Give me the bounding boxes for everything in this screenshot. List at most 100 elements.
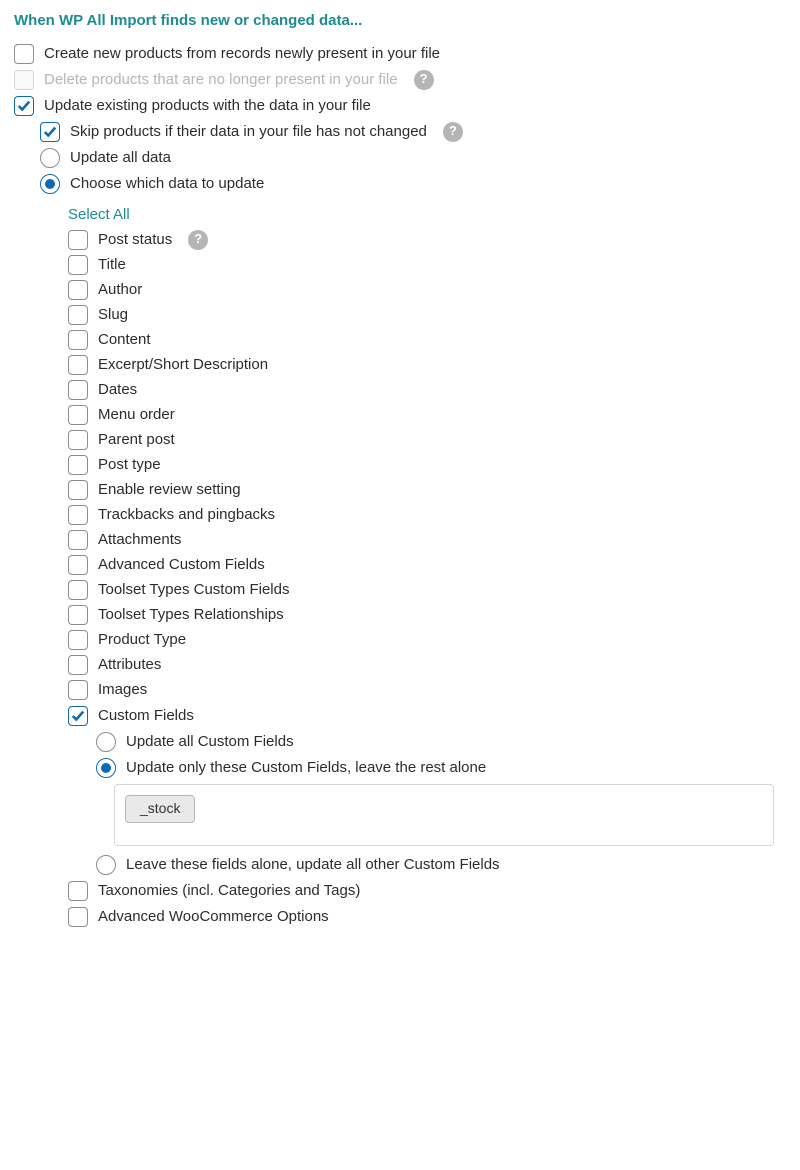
field-label: Taxonomies (incl. Categories and Tags) [98, 880, 360, 901]
field-label: Excerpt/Short Description [98, 354, 268, 375]
field-slug[interactable]: Slug [14, 304, 786, 325]
section-title: When WP All Import finds new or changed … [14, 10, 786, 31]
field-excerpt[interactable]: Excerpt/Short Description [14, 354, 786, 375]
field-label: Advanced Custom Fields [98, 554, 265, 575]
radio-icon[interactable] [96, 732, 116, 752]
radio-icon[interactable] [96, 855, 116, 875]
help-icon[interactable]: ? [188, 230, 208, 250]
radio-icon[interactable] [40, 174, 60, 194]
option-delete-missing: Delete products that are no longer prese… [14, 69, 786, 90]
checkbox-icon[interactable] [68, 255, 88, 275]
checkbox-icon[interactable] [68, 881, 88, 901]
checkbox-icon[interactable] [68, 380, 88, 400]
checkbox-icon[interactable] [68, 505, 88, 525]
checkbox-icon[interactable] [68, 630, 88, 650]
field-enable-review[interactable]: Enable review setting [14, 479, 786, 500]
checkbox-icon[interactable] [68, 355, 88, 375]
field-label: Attachments [98, 529, 181, 550]
checkbox-icon[interactable] [14, 96, 34, 116]
field-label: Author [98, 279, 142, 300]
field-taxonomies[interactable]: Taxonomies (incl. Categories and Tags) [14, 880, 786, 901]
field-adv-woo[interactable]: Advanced WooCommerce Options [14, 906, 786, 927]
option-label: Update existing products with the data i… [44, 95, 371, 116]
field-trackbacks[interactable]: Trackbacks and pingbacks [14, 504, 786, 525]
field-label: Enable review setting [98, 479, 241, 500]
checkbox-icon[interactable] [68, 280, 88, 300]
checkbox-icon[interactable] [68, 405, 88, 425]
field-attributes[interactable]: Attributes [14, 654, 786, 675]
field-label: Title [98, 254, 126, 275]
checkbox-icon[interactable] [68, 230, 88, 250]
radio-update-all-data[interactable]: Update all data [14, 147, 786, 168]
option-label: Leave these fields alone, update all oth… [126, 854, 500, 875]
field-content[interactable]: Content [14, 329, 786, 350]
field-label: Menu order [98, 404, 175, 425]
field-post-status[interactable]: Post status? [14, 229, 786, 250]
radio-choose-which[interactable]: Choose which data to update [14, 173, 786, 194]
radio-icon[interactable] [96, 758, 116, 778]
checkbox-icon[interactable] [68, 480, 88, 500]
help-icon[interactable]: ? [443, 122, 463, 142]
help-icon[interactable]: ? [414, 70, 434, 90]
field-label: Slug [98, 304, 128, 325]
field-toolset-rel[interactable]: Toolset Types Relationships [14, 604, 786, 625]
radio-cf-leave-alone[interactable]: Leave these fields alone, update all oth… [14, 854, 786, 875]
select-all-link[interactable]: Select All [14, 204, 786, 225]
checkbox-icon[interactable] [68, 706, 88, 726]
field-post-type[interactable]: Post type [14, 454, 786, 475]
option-label: Update all Custom Fields [126, 731, 294, 752]
checkbox-icon[interactable] [68, 430, 88, 450]
field-product-type[interactable]: Product Type [14, 629, 786, 650]
field-label: Dates [98, 379, 137, 400]
checkbox-icon[interactable] [68, 330, 88, 350]
field-label: Product Type [98, 629, 186, 650]
field-attachments[interactable]: Attachments [14, 529, 786, 550]
option-label: Delete products that are no longer prese… [44, 69, 398, 90]
field-dates[interactable]: Dates [14, 379, 786, 400]
checkbox-icon[interactable] [14, 44, 34, 64]
radio-cf-update-all[interactable]: Update all Custom Fields [14, 731, 786, 752]
option-label: Skip products if their data in your file… [70, 121, 427, 142]
radio-cf-update-only-these[interactable]: Update only these Custom Fields, leave t… [14, 757, 786, 778]
checkbox-icon[interactable] [68, 305, 88, 325]
checkbox-icon[interactable] [40, 122, 60, 142]
option-label: Choose which data to update [70, 173, 264, 194]
option-label: Update only these Custom Fields, leave t… [126, 757, 486, 778]
checkbox-icon[interactable] [68, 605, 88, 625]
option-label: Create new products from records newly p… [44, 43, 440, 64]
checkbox-icon[interactable] [68, 555, 88, 575]
field-label: Parent post [98, 429, 175, 450]
field-title[interactable]: Title [14, 254, 786, 275]
field-label: Advanced WooCommerce Options [98, 906, 329, 927]
checkbox-icon[interactable] [68, 530, 88, 550]
checkbox-icon[interactable] [68, 680, 88, 700]
field-menu-order[interactable]: Menu order [14, 404, 786, 425]
field-acf[interactable]: Advanced Custom Fields [14, 554, 786, 575]
field-label: Toolset Types Custom Fields [98, 579, 289, 600]
option-create-new[interactable]: Create new products from records newly p… [14, 43, 786, 64]
field-label: Post status [98, 229, 172, 250]
custom-fields-tag-input[interactable]: _stock [114, 784, 774, 846]
field-label: Custom Fields [98, 705, 194, 726]
radio-icon[interactable] [40, 148, 60, 168]
field-author[interactable]: Author [14, 279, 786, 300]
checkbox-icon[interactable] [68, 655, 88, 675]
field-images[interactable]: Images [14, 679, 786, 700]
field-label: Content [98, 329, 151, 350]
field-label: Trackbacks and pingbacks [98, 504, 275, 525]
checkbox-icon[interactable] [68, 455, 88, 475]
field-parent-post[interactable]: Parent post [14, 429, 786, 450]
checkbox-icon[interactable] [68, 580, 88, 600]
field-label: Attributes [98, 654, 161, 675]
field-custom-fields[interactable]: Custom Fields [14, 705, 786, 726]
option-skip-unchanged[interactable]: Skip products if their data in your file… [14, 121, 786, 142]
field-label: Post type [98, 454, 161, 475]
tag-stock[interactable]: _stock [125, 795, 195, 823]
checkbox-icon [14, 70, 34, 90]
field-toolset-cf[interactable]: Toolset Types Custom Fields [14, 579, 786, 600]
option-update-existing[interactable]: Update existing products with the data i… [14, 95, 786, 116]
field-label: Toolset Types Relationships [98, 604, 284, 625]
option-label: Update all data [70, 147, 171, 168]
field-label: Images [98, 679, 147, 700]
checkbox-icon[interactable] [68, 907, 88, 927]
